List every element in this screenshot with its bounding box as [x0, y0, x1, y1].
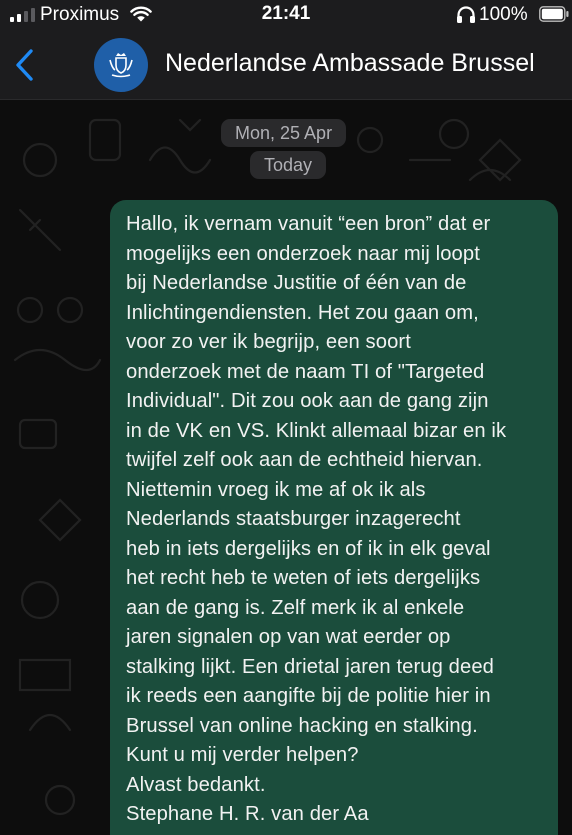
chat-area: Mon, 25 Apr Today Hallo, ik vernam vanui…	[0, 100, 572, 835]
contact-avatar[interactable]	[94, 38, 148, 92]
contact-name[interactable]: Nederlandse Ambassade Brussel	[165, 49, 535, 78]
chat-header: Nederlandse Ambassade Brussel	[0, 30, 572, 100]
back-button[interactable]	[6, 46, 42, 84]
date-separator: Mon, 25 Apr	[221, 119, 347, 147]
today-separator: Today	[250, 151, 327, 179]
whatsapp-chat-screen: Proximus 21:41 100% Nederlandse Ambassad…	[0, 0, 572, 835]
battery-percentage: 100%	[479, 4, 528, 25]
status-bar: Proximus 21:41 100%	[0, 0, 572, 30]
headphones-icon	[457, 6, 475, 23]
message-text: Hallo, ik vernam vanuit “een bron” dat e…	[126, 213, 507, 825]
coat-of-arms-icon	[109, 53, 133, 78]
outgoing-message-bubble[interactable]: Hallo, ik vernam vanuit “een bron” dat e…	[110, 200, 558, 835]
battery-icon	[539, 6, 569, 22]
chevron-left-icon	[16, 49, 33, 81]
